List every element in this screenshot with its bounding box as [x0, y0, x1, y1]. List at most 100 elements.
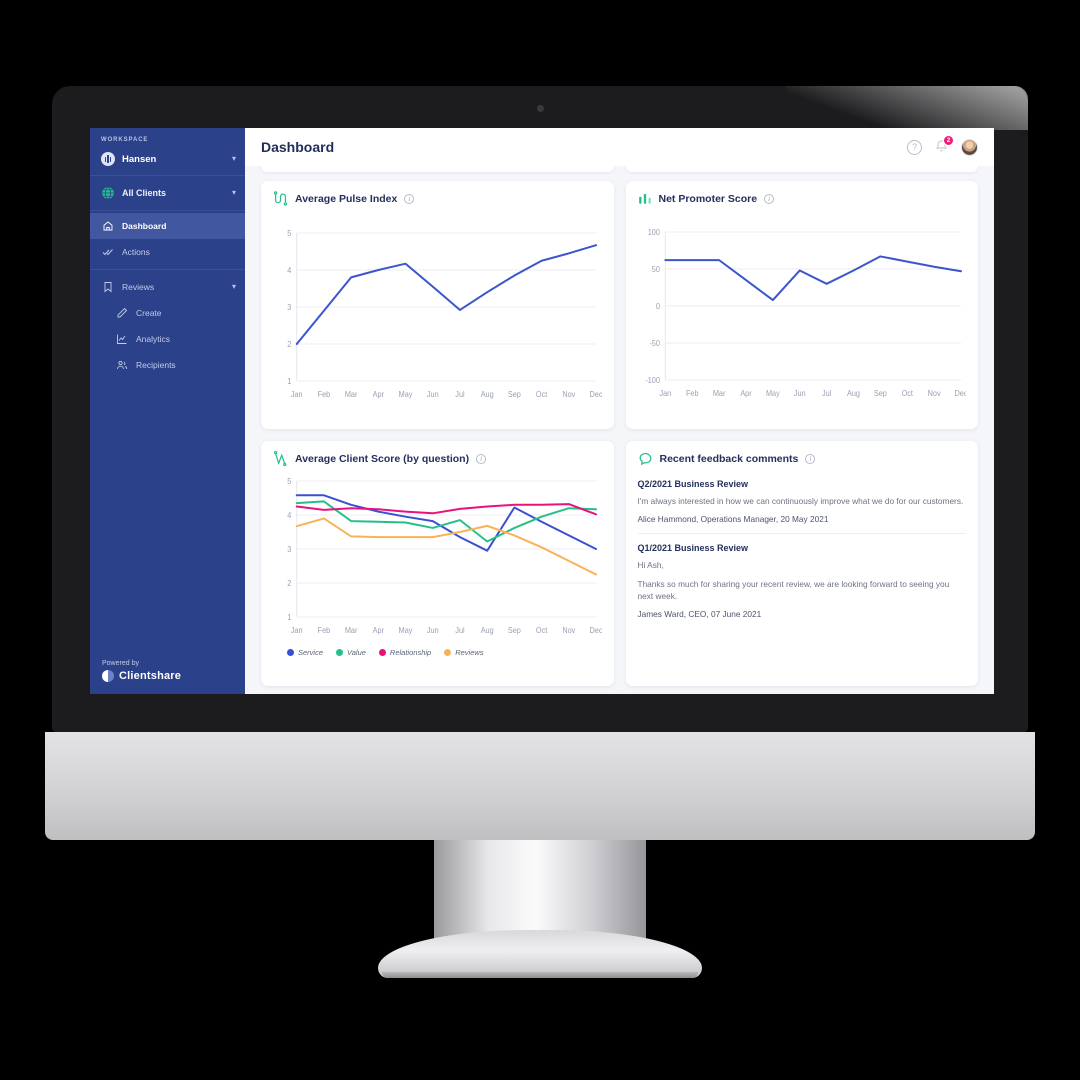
comment-item[interactable]: Q1/2021 Business Review Hi Ash, Thanks so … — [638, 534, 967, 628]
info-icon[interactable]: i — [805, 453, 816, 464]
card-title: Net Promoter Score — [658, 192, 758, 205]
sidebar-item-label: Reviews — [122, 282, 155, 292]
info-icon[interactable]: i — [404, 194, 415, 204]
x-axis-tick-label: Apr — [740, 389, 752, 398]
sidebar-divider — [90, 269, 245, 270]
webcam-icon — [536, 105, 544, 112]
x-axis-tick-label: Sep — [508, 626, 521, 635]
x-axis-tick-label: Mar — [712, 389, 725, 398]
main-area: Dashboard ? 2 Average Pulse Index i 1 2 … — [245, 128, 994, 694]
series-line-net promoter score — [665, 256, 961, 300]
x-axis-tick-label: Apr — [373, 626, 385, 635]
x-axis-tick-label: Mar — [345, 626, 358, 635]
chevron-down-icon: ▾ — [231, 188, 236, 197]
x-axis-tick-label: Jan — [659, 389, 671, 398]
comment-item[interactable]: Q2/2021 Business Review I'm always intere… — [637, 470, 966, 535]
sidebar-item-label: Dashboard — [122, 221, 167, 231]
clientshare-logo-icon — [102, 670, 114, 682]
scrolled-cards-above — [261, 166, 978, 172]
chart-net-promoter-score: -100 -50 0 50 100 Jan Feb Mar Apr May Jun Jul Aug Sep… — [638, 210, 966, 406]
sidebar-item-reviews[interactable]: Reviews ▾ — [90, 274, 245, 300]
sidebar-item-label: Recipients — [136, 360, 176, 370]
page-title: Dashboard — [261, 139, 335, 155]
screenshot-scene: WORKSPACE Hansen ▾ All Clients ▾ Dashboa… — [0, 0, 1080, 1080]
sidebar-item-recipients[interactable]: Recipients — [90, 352, 245, 378]
notifications-button[interactable]: 2 — [934, 135, 954, 155]
notification-badge: 2 — [943, 135, 954, 146]
card-partial-right — [625, 166, 978, 172]
chevron-down-icon: ▾ — [231, 154, 236, 163]
dashboard-content: Average Pulse Index i 1 2 3 4 5 Jan Feb Mar Apr M… — [245, 166, 994, 694]
legend-dot-icon — [378, 649, 386, 656]
comment-body: I'm always interested in how we can cont… — [637, 496, 964, 506]
x-axis-tick-label: Apr — [373, 390, 385, 399]
workspace-switcher[interactable]: Hansen ▾ — [90, 146, 245, 175]
sidebar-item-label: Actions — [122, 247, 150, 257]
y-axis-tick-label: 50 — [651, 265, 659, 274]
chart-average-pulse-index: 1 2 3 4 5 Jan Feb Mar Apr May Jun Jul Aug Sep Oct Nov De… — [273, 211, 601, 407]
x-axis-tick-label: Jan — [291, 626, 303, 635]
card-average-client-score: Average Client Score (by question) i 1 2 3… — [261, 441, 614, 686]
comments-list: Q2/2021 Business Review I'm always intere… — [637, 470, 967, 628]
powered-by-label: Powered by — [102, 660, 139, 667]
card-header: Average Client Score (by question) i — [273, 451, 602, 467]
x-axis-tick-label: Jul — [455, 626, 465, 635]
question-circle-icon[interactable]: ? — [907, 139, 922, 155]
sidebar: WORKSPACE Hansen ▾ All Clients ▾ Dashboa… — [90, 128, 245, 694]
cards-grid: Average Pulse Index i 1 2 3 4 5 Jan Feb Mar Apr M… — [261, 181, 978, 686]
sidebar-item-actions[interactable]: Actions — [90, 239, 245, 265]
people-icon — [117, 360, 128, 370]
avatar[interactable] — [961, 138, 978, 156]
client-filter-label: All Clients — [122, 188, 167, 198]
card-average-pulse-index: Average Pulse Index i 1 2 3 4 5 Jan Feb Mar Apr M… — [261, 181, 614, 429]
top-bar-actions: ? 2 — [907, 135, 978, 156]
legend-dot-icon — [444, 649, 452, 656]
card-recent-feedback-comments: Recent feedback comments i Q2/2021 Busin… — [625, 441, 978, 686]
brand-lockup: Clientshare — [102, 670, 181, 682]
info-icon[interactable]: i — [764, 193, 775, 204]
top-bar: Dashboard ? 2 — [245, 128, 994, 166]
pencil-icon — [117, 307, 128, 318]
x-axis-tick-label: Feb — [318, 626, 331, 635]
x-axis-tick-label: Oct — [901, 389, 913, 398]
y-axis-tick-label: 100 — [647, 228, 659, 237]
legend-item-service[interactable]: Service — [287, 648, 323, 657]
x-axis-tick-label: Nov — [562, 626, 575, 635]
sidebar-item-dashboard[interactable]: Dashboard — [90, 213, 245, 239]
y-axis-tick-label: 2 — [287, 579, 291, 588]
y-axis-tick-label: 0 — [655, 302, 659, 311]
sidebar-item-create[interactable]: Create — [90, 300, 245, 326]
client-filter-dropdown[interactable]: All Clients ▾ — [90, 175, 245, 211]
legend-item-value[interactable]: Value — [336, 648, 366, 657]
comment-body: Thanks so much for sharing your recent r… — [637, 579, 950, 602]
sidebar-item-label: Create — [136, 308, 162, 318]
chart-average-client-score: 1 2 3 4 5 Jan Feb Mar Apr May Jun Jul Aug Sep Oct Nov De… — [273, 471, 601, 643]
x-axis-tick-label: Oct — [536, 390, 548, 399]
legend-item-relationship[interactable]: Relationship — [378, 648, 431, 657]
legend-item-reviews[interactable]: Reviews — [444, 648, 484, 657]
x-axis-tick-label: Jan — [291, 390, 303, 399]
globe-icon — [102, 186, 114, 200]
y-axis-tick-label: 1 — [287, 377, 291, 386]
series-line-average pulse index — [297, 245, 596, 344]
x-axis-tick-label: Jun — [793, 389, 805, 398]
chart-line-icon — [117, 334, 127, 344]
y-axis-tick-label: 4 — [287, 266, 292, 275]
x-axis-tick-label: Jun — [427, 390, 439, 399]
brand-name: Clientshare — [119, 670, 182, 682]
x-axis-tick-label: Oct — [536, 626, 548, 635]
card-partial-left — [261, 166, 614, 172]
monitor-chin — [45, 732, 1035, 840]
sidebar-nav: Dashboard Actions Reviews ▾ Create Analy… — [90, 211, 245, 378]
x-axis-tick-label: Dec — [954, 389, 966, 398]
x-axis-tick-label: Sep — [508, 390, 521, 399]
screen-glare — [786, 86, 1028, 130]
info-icon[interactable]: i — [476, 454, 487, 464]
workspace-label: WORKSPACE — [101, 137, 149, 143]
sidebar-item-analytics[interactable]: Analytics — [90, 326, 245, 352]
chart-legend: Service Value Relationship Reviews — [273, 648, 602, 657]
bookmark-icon — [104, 282, 112, 293]
speech-bubble-icon — [639, 452, 651, 466]
card-title: Recent feedback comments — [659, 452, 799, 465]
card-header: Net Promoter Score i — [638, 191, 967, 206]
